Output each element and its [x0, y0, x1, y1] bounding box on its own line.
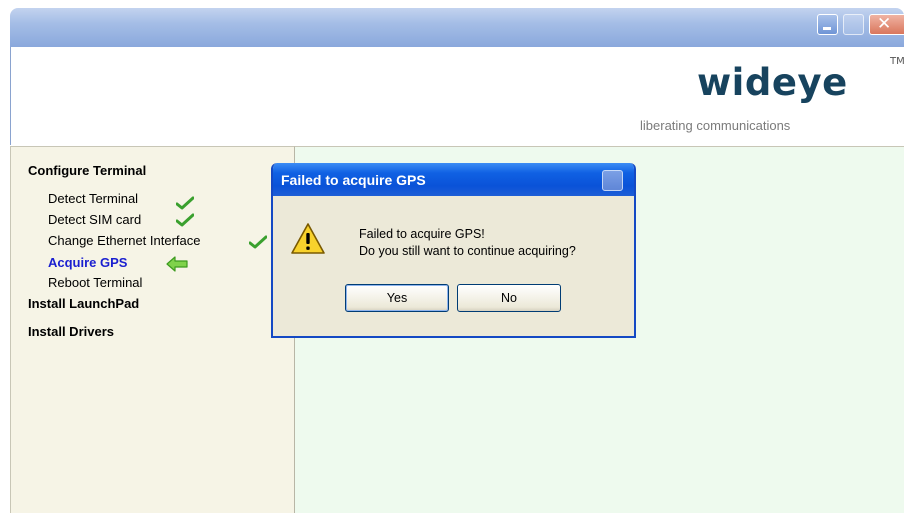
dialog-title: Failed to acquire GPS	[281, 172, 426, 188]
dialog-close-button[interactable]	[602, 170, 623, 191]
no-button[interactable]: No	[457, 284, 561, 312]
gps-failure-dialog: Failed to acquire GPS Failed to acquire …	[271, 163, 636, 338]
window-titlebar	[10, 8, 904, 47]
dialog-message-line1: Failed to acquire GPS!	[359, 227, 485, 241]
dialog-message-line2: Do you still want to continue acquiring?	[359, 244, 576, 258]
checkmark-icon	[249, 235, 267, 249]
warning-icon	[291, 223, 325, 254]
close-icon: ✕	[877, 14, 892, 34]
brand-logo: wideye	[697, 61, 848, 104]
yes-button[interactable]: Yes	[345, 284, 449, 312]
checkmark-icon	[176, 213, 194, 227]
trademark-mark: TM	[890, 56, 904, 67]
dialog-titlebar: Failed to acquire GPS	[273, 163, 634, 196]
step-change-ethernet-interface[interactable]: Change Ethernet Interface	[48, 233, 201, 248]
step-reboot-terminal[interactable]: Reboot Terminal	[48, 275, 142, 290]
step-acquire-gps[interactable]: Acquire GPS	[48, 255, 127, 270]
maximize-button[interactable]	[843, 14, 864, 35]
section-configure-terminal[interactable]: Configure Terminal	[28, 163, 146, 178]
step-detect-sim-card[interactable]: Detect SIM card	[48, 212, 141, 227]
checkmark-icon	[176, 196, 194, 210]
step-detect-terminal[interactable]: Detect Terminal	[48, 191, 138, 206]
current-step-arrow-icon	[166, 256, 188, 272]
section-install-drivers[interactable]: Install Drivers	[28, 324, 114, 339]
close-button[interactable]: ✕	[869, 14, 904, 35]
minimize-button[interactable]	[817, 14, 838, 35]
brand-tagline: liberating communications	[640, 118, 791, 133]
section-install-launchpad[interactable]: Install LaunchPad	[28, 296, 139, 311]
